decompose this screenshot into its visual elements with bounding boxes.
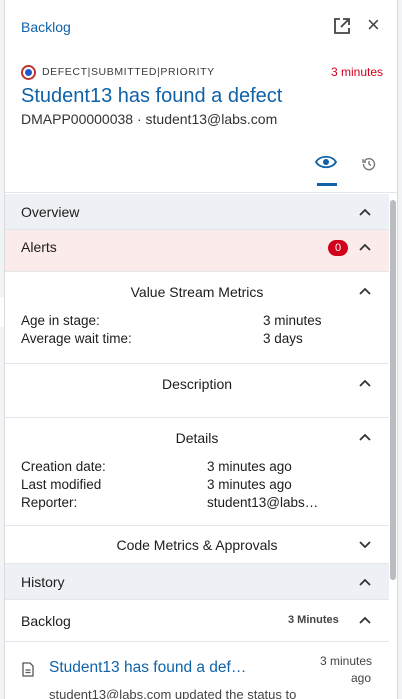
active-tab-indicator xyxy=(317,183,337,186)
history-entry-time: 3 minutes xyxy=(320,654,373,668)
detail-label: Reporter: xyxy=(21,495,78,510)
section-label: Overview xyxy=(21,203,80,220)
scrollbar[interactable] xyxy=(390,200,396,580)
chevron-up-icon[interactable] xyxy=(359,243,371,251)
section-code-metrics[interactable]: Code Metrics & Approvals xyxy=(5,526,389,564)
history-group-label: Backlog xyxy=(21,612,71,629)
history-entry-description: student13@labs.com updated the status to xyxy=(49,687,297,699)
panel-header: Backlog × DEFECT | SUBMITTED | PRIORITY … xyxy=(5,0,397,193)
section-label: Value Stream Metrics xyxy=(130,284,264,300)
chevron-up-icon[interactable] xyxy=(359,616,371,624)
section-label: Code Metrics & Approvals xyxy=(116,536,278,553)
detail-value: student13@labs… xyxy=(207,495,319,510)
detail-label: Last modified xyxy=(21,477,102,492)
chevron-down-icon[interactable] xyxy=(359,540,371,549)
chevron-up-icon[interactable] xyxy=(359,433,371,441)
status-dot-icon xyxy=(21,64,36,80)
section-description[interactable]: Description xyxy=(5,364,389,418)
history-icon[interactable] xyxy=(362,157,376,171)
history-group-backlog[interactable]: Backlog 3 Minutes xyxy=(5,600,389,642)
section-value-stream-metrics: Value Stream Metrics Age in stage: 3 min… xyxy=(5,272,389,364)
close-icon[interactable]: × xyxy=(367,14,380,36)
chevron-up-icon[interactable] xyxy=(359,287,371,295)
item-meta: DEFECT | SUBMITTED | PRIORITY xyxy=(21,64,215,80)
section-label: Details xyxy=(175,430,219,446)
section-label: Description xyxy=(161,376,233,392)
history-entry: Student13 has found a def… 3 minutes ago… xyxy=(5,642,389,699)
metric-label: Average wait time: xyxy=(21,331,132,346)
section-alerts[interactable]: Alerts 0 xyxy=(5,230,389,272)
item-subtitle: DMAPP00000038 · student13@labs.com xyxy=(21,111,278,127)
section-details: Details Creation date: 3 minutes ago Las… xyxy=(5,418,389,526)
eye-icon[interactable] xyxy=(315,155,337,169)
type-tag: DEFECT xyxy=(42,66,88,78)
detail-panel: Backlog × DEFECT | SUBMITTED | PRIORITY … xyxy=(4,0,398,699)
metric-label: Age in stage: xyxy=(21,313,100,328)
chevron-up-icon[interactable] xyxy=(359,379,371,387)
time-ago: 3 minutes xyxy=(330,65,383,79)
state-tag: SUBMITTED xyxy=(90,66,158,78)
section-history[interactable]: History xyxy=(5,564,389,600)
panel-body[interactable]: Overview Alerts 0 Value Stream Metrics A… xyxy=(5,194,397,699)
section-label: History xyxy=(21,573,65,590)
chevron-up-icon[interactable] xyxy=(359,208,371,216)
history-group-time: 3 Minutes xyxy=(288,614,339,626)
section-overview[interactable]: Overview xyxy=(5,194,389,230)
priority-tag: PRIORITY xyxy=(160,66,215,78)
history-entry-title[interactable]: Student13 has found a def… xyxy=(49,659,246,677)
section-label: Alerts xyxy=(21,239,57,255)
item-title[interactable]: Student13 has found a defect xyxy=(21,85,282,108)
metric-value: 3 minutes xyxy=(263,313,322,328)
alert-count-badge: 0 xyxy=(328,240,348,256)
history-entry-time-suffix: ago xyxy=(351,671,372,685)
detail-label: Creation date: xyxy=(21,459,106,474)
detail-value: 3 minutes ago xyxy=(207,477,292,492)
breadcrumb[interactable]: Backlog xyxy=(21,19,71,35)
detail-value: 3 minutes ago xyxy=(207,459,292,474)
document-icon xyxy=(22,662,34,677)
chevron-up-icon[interactable] xyxy=(359,578,371,586)
external-link-icon[interactable] xyxy=(333,17,351,35)
metric-value: 3 days xyxy=(263,331,303,346)
